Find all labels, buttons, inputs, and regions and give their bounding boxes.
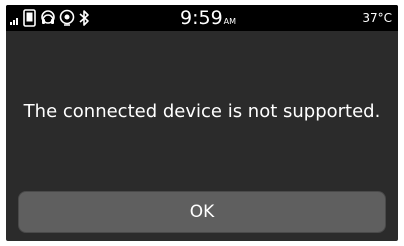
outside-temperature: 37°C: [362, 11, 392, 25]
signal-icon: [10, 11, 20, 25]
bluetooth-icon: [78, 9, 90, 27]
clock-time: 9:59: [180, 7, 223, 29]
headset-icon: [40, 9, 56, 27]
display-bezel: 9:59AM 37°C The connected device is not …: [0, 0, 404, 246]
ok-button[interactable]: OK: [18, 191, 386, 233]
clock: 9:59AM: [180, 6, 236, 30]
clock-ampm: AM: [223, 17, 237, 26]
dialog-message: The connected device is not supported.: [23, 101, 381, 122]
status-bar: 9:59AM 37°C: [6, 5, 398, 31]
media-icon: [59, 9, 75, 27]
phone-icon: [23, 9, 37, 27]
status-icons: [10, 8, 90, 28]
infotainment-screen: 9:59AM 37°C The connected device is not …: [6, 5, 398, 241]
